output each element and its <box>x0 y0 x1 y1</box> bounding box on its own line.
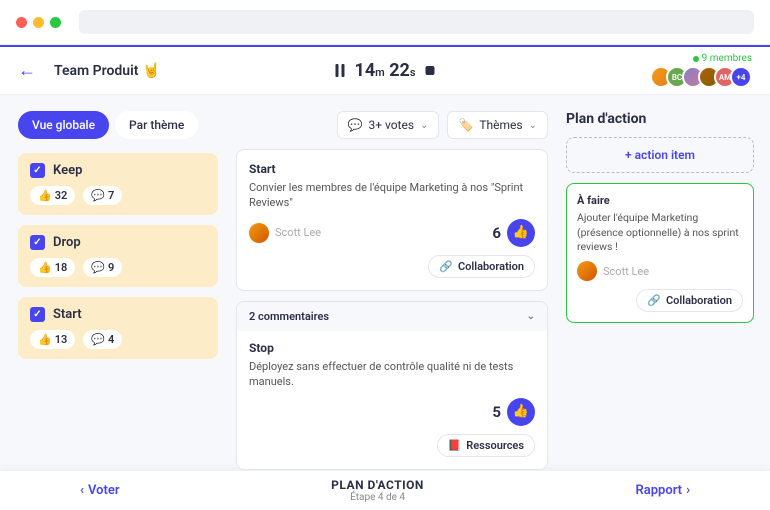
chevron-down-icon: ⌄ <box>420 120 428 131</box>
vote-count: 5 <box>492 403 501 421</box>
book-icon: 📕 <box>448 439 462 452</box>
todo-status: À faire <box>577 194 743 207</box>
upvote-button[interactable]: 👍 <box>507 398 535 426</box>
chevron-down-icon: ⌄ <box>529 120 537 131</box>
idea-card[interactable]: 2 commentaires ⌄ Stop Déployez sans effe… <box>236 301 548 470</box>
url-bar[interactable] <box>79 10 754 34</box>
thumbs-up-icon: 👍 <box>513 225 529 240</box>
checkbox-icon[interactable]: ✓ <box>30 235 45 250</box>
comment-icon: 💬 <box>91 261 105 274</box>
members-area: 9 membres BC AM +4 <box>650 53 752 88</box>
comments-label: 2 commentaires <box>249 310 329 323</box>
cards-column: 💬3+ votes⌄ 🏷️Thèmes⌄ Start Convier les m… <box>230 95 560 470</box>
chevron-left-icon: ‹ <box>80 483 84 498</box>
category-card-start[interactable]: ✓ Start 👍13 💬4 <box>18 297 218 359</box>
prev-step-button[interactable]: ‹Voter <box>80 483 120 498</box>
comments-pill: 💬9 <box>83 258 122 277</box>
filter-bar: 💬3+ votes⌄ 🏷️Thèmes⌄ <box>236 111 548 139</box>
card-title: Start <box>249 162 535 176</box>
themes-filter[interactable]: 🏷️Thèmes⌄ <box>447 111 548 139</box>
step-indicator: PLAN D'ACTION Étape 4 de 4 <box>331 478 424 503</box>
view-tabs: Vue globale Par thème <box>18 111 218 139</box>
tag-icon: 🏷️ <box>458 118 473 132</box>
comments-toggle[interactable]: 2 commentaires ⌄ <box>237 302 547 331</box>
team-name-text: Team Produit <box>54 63 138 79</box>
comment-icon: 💬 <box>91 333 105 346</box>
tab-global-view[interactable]: Vue globale <box>18 111 109 139</box>
app-header: ← Team Produit 🤘 14m 22s 9 membres BC AM… <box>0 45 770 95</box>
stop-icon[interactable] <box>426 66 435 75</box>
timer-sec-unit: s <box>410 66 416 79</box>
minimize-window-icon[interactable] <box>33 17 44 28</box>
category-card-drop[interactable]: ✓ Drop 👍18 💬9 <box>18 225 218 287</box>
link-icon: 🔗 <box>439 260 453 273</box>
todo-author: Scott Lee <box>577 261 743 281</box>
idea-card[interactable]: Start Convier les membres de l'équipe Ma… <box>236 149 548 291</box>
vote-count: 6 <box>492 224 501 242</box>
votes-filter[interactable]: 💬3+ votes⌄ <box>337 111 440 139</box>
theme-tag[interactable]: 🔗Collaboration <box>428 255 535 278</box>
chevron-right-icon: › <box>686 483 690 498</box>
window-controls <box>16 17 61 28</box>
avatar-stack[interactable]: BC AM +4 <box>650 66 752 88</box>
checkbox-icon[interactable]: ✓ <box>30 163 45 178</box>
team-title: Team Produit 🤘 <box>54 63 160 79</box>
link-icon: 🔗 <box>647 294 661 307</box>
pause-icon[interactable] <box>335 64 344 77</box>
add-action-item-button[interactable]: + action item <box>566 137 754 173</box>
likes-pill: 👍32 <box>30 186 75 205</box>
category-name: Keep <box>53 163 82 178</box>
action-item-card[interactable]: À faire Ajouter l'équipe Marketing (prés… <box>566 183 754 323</box>
author-avatar <box>249 223 269 243</box>
comment-icon: 💬 <box>91 189 105 202</box>
members-count: 9 membres <box>693 53 752 64</box>
action-plan-panel: Plan d'action + action item À faire Ajou… <box>560 95 770 470</box>
category-name: Drop <box>53 235 81 250</box>
card-description: Convier les membres de l'équipe Marketin… <box>249 180 535 211</box>
thumbs-up-icon: 👍 <box>513 404 529 419</box>
timer-minutes: 14 <box>354 60 375 81</box>
vote-cluster: 5 👍 <box>492 398 535 426</box>
comments-pill: 💬7 <box>83 186 122 205</box>
timer: 14m 22s <box>335 60 434 81</box>
theme-tag[interactable]: 📕Ressources <box>437 434 535 457</box>
theme-tag[interactable]: 🔗Collaboration <box>636 289 743 312</box>
step-count: Étape 4 de 4 <box>331 492 424 503</box>
todo-description: Ajouter l'équipe Marketing (présence opt… <box>577 211 743 255</box>
category-card-keep[interactable]: ✓ Keep 👍32 💬7 <box>18 153 218 215</box>
chevron-down-icon: ⌄ <box>527 311 535 322</box>
author-avatar <box>577 261 597 281</box>
browser-chrome <box>0 0 770 45</box>
timer-display: 14m 22s <box>354 60 415 81</box>
thumbs-up-icon: 👍 <box>38 333 52 346</box>
card-title: Stop <box>249 341 535 355</box>
close-window-icon[interactable] <box>16 17 27 28</box>
card-author: Scott Lee <box>249 223 321 243</box>
card-description: Déployez sans effectuer de contrôle qual… <box>249 359 535 390</box>
plan-title: Plan d'action <box>566 111 754 127</box>
thumbs-up-icon: 👍 <box>38 261 52 274</box>
comments-pill: 💬4 <box>83 330 122 349</box>
thumbs-up-icon: 👍 <box>38 189 52 202</box>
back-arrow-icon[interactable]: ← <box>18 60 36 81</box>
likes-pill: 👍13 <box>30 330 75 349</box>
timer-seconds: 22 <box>389 60 410 81</box>
avatar-overflow[interactable]: +4 <box>730 66 752 88</box>
step-footer: ‹Voter PLAN D'ACTION Étape 4 de 4 Rappor… <box>0 470 770 510</box>
sidebar: Vue globale Par thème ✓ Keep 👍32 💬7 ✓ Drop… <box>0 95 230 470</box>
team-emoji-icon: 🤘 <box>142 63 159 79</box>
likes-pill: 👍18 <box>30 258 75 277</box>
tab-by-theme[interactable]: Par thème <box>115 111 198 139</box>
next-step-button[interactable]: Rapport› <box>635 483 690 498</box>
maximize-window-icon[interactable] <box>50 17 61 28</box>
checkbox-icon[interactable]: ✓ <box>30 307 45 322</box>
main-content: Vue globale Par thème ✓ Keep 👍32 💬7 ✓ Drop… <box>0 95 770 470</box>
timer-min-unit: m <box>375 66 385 79</box>
upvote-button[interactable]: 👍 <box>507 219 535 247</box>
vote-filter-icon: 💬 <box>348 118 363 132</box>
category-name: Start <box>53 307 82 322</box>
vote-cluster: 6 👍 <box>492 219 535 247</box>
step-title: PLAN D'ACTION <box>331 478 424 492</box>
